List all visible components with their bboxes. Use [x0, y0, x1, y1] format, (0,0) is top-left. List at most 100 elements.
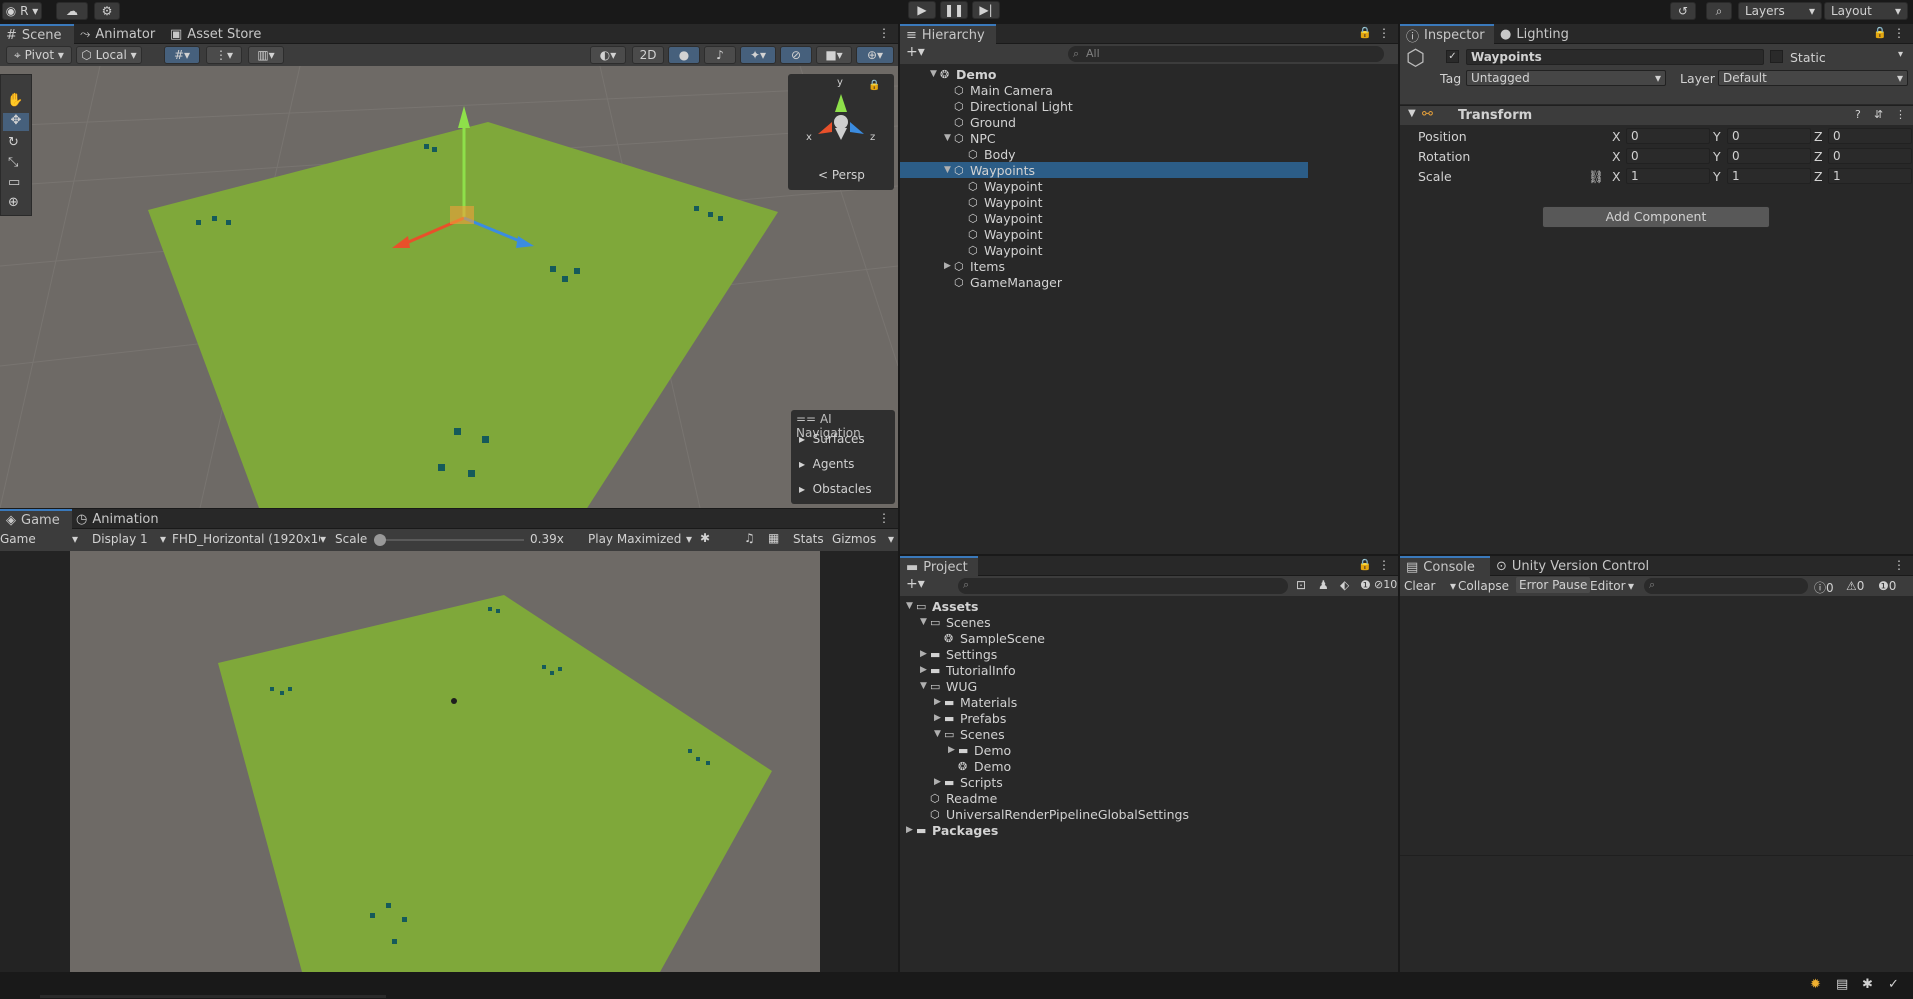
- lock-icon[interactable]: 🔒: [1873, 26, 1887, 39]
- project-item[interactable]: ▼ ▭ Scenes: [900, 614, 991, 630]
- speaker-icon[interactable]: ♫: [744, 531, 755, 545]
- layout-dropdown[interactable]: Layout ▾: [1824, 2, 1908, 20]
- label-icon[interactable]: ⬖: [1340, 578, 1349, 592]
- check-icon[interactable]: ✓: [1888, 977, 1899, 992]
- keyboard-icon[interactable]: ▦: [768, 531, 779, 545]
- gizmos-dropdown[interactable]: Gizmos ▾: [832, 532, 894, 546]
- static-checkbox[interactable]: [1770, 50, 1783, 63]
- link-icon[interactable]: ⛓: [1588, 169, 1604, 185]
- pivot-dropdown[interactable]: ⌖ Pivot ▾: [6, 46, 72, 64]
- scale-slider-thumb[interactable]: [374, 534, 386, 546]
- ruler-button[interactable]: ▥▾: [248, 46, 284, 64]
- display-dropdown[interactable]: Display 1 ▾: [92, 532, 166, 546]
- expand-arrow-icon[interactable]: ▼: [944, 133, 954, 143]
- tab-scene[interactable]: # Scene: [0, 24, 74, 44]
- hierarchy-item[interactable]: ⬡ Waypoint: [900, 226, 1043, 242]
- transform-x-input[interactable]: 0: [1626, 128, 1710, 144]
- project-item[interactable]: ▶ ▬ Scripts: [900, 774, 1003, 790]
- resolution-dropdown[interactable]: FHD_Horizontal (1920x10 ▾: [172, 532, 326, 546]
- effects-dropdown[interactable]: ✦▾: [740, 46, 776, 64]
- local-dropdown[interactable]: ⬡ Local ▾: [76, 46, 142, 64]
- ai-nav-surfaces[interactable]: ▸ Surfaces: [799, 432, 865, 446]
- console-log-list[interactable]: [1400, 596, 1913, 856]
- grid-snap-button[interactable]: #▾: [164, 46, 200, 64]
- rect-tool-icon[interactable]: ▭: [8, 175, 20, 190]
- play-mode-dropdown[interactable]: Play Maximized ▾: [588, 532, 692, 546]
- tab-animation[interactable]: ◷ Animation: [70, 509, 165, 529]
- more-icon[interactable]: ⋮: [1893, 558, 1905, 572]
- gameobject-icon[interactable]: ⬡: [1406, 46, 1425, 71]
- ai-nav-agents[interactable]: ▸ Agents: [799, 457, 854, 471]
- bug-icon[interactable]: ✱: [700, 531, 710, 545]
- step-button[interactable]: ▶|: [972, 1, 1000, 19]
- transform-y-input[interactable]: 0: [1727, 128, 1811, 144]
- shading-dropdown[interactable]: ◐▾: [590, 46, 626, 64]
- expand-arrow-icon[interactable]: ▼: [934, 729, 944, 739]
- tab-inspector[interactable]: ⓘ Inspector: [1400, 24, 1494, 45]
- project-item[interactable]: ▶ ▬ Prefabs: [900, 710, 1006, 726]
- project-search-input[interactable]: ⌕: [958, 578, 1288, 594]
- tab-lighting[interactable]: ● Lighting: [1494, 24, 1575, 44]
- scale-tool-icon[interactable]: ⤡: [8, 155, 18, 170]
- filter-type-icon[interactable]: ♟: [1318, 578, 1329, 592]
- layer-dropdown[interactable]: Default ▾: [1718, 70, 1908, 86]
- layers-dropdown[interactable]: Layers ▾: [1738, 2, 1822, 20]
- expand-arrow-icon[interactable]: ▼: [920, 681, 930, 691]
- console-search-input[interactable]: ⌕: [1644, 578, 1808, 594]
- hierarchy-item[interactable]: ▼ ⬡ Waypoints: [900, 162, 1308, 178]
- hierarchy-item[interactable]: ▼ ❂ Demo: [900, 66, 996, 82]
- cloud-button[interactable]: ☁: [56, 2, 88, 20]
- tab-hierarchy[interactable]: ≡ Hierarchy: [900, 24, 996, 44]
- lighting-toggle[interactable]: ●: [668, 46, 700, 64]
- preset-icon[interactable]: ⇵: [1874, 108, 1883, 121]
- project-item[interactable]: ▶ ▬ Settings: [900, 646, 997, 662]
- project-item[interactable]: ▶ ▬ TutorialInfo: [900, 662, 1016, 678]
- rotate-tool-icon[interactable]: ↻: [8, 135, 19, 150]
- collapse-arrow-icon[interactable]: ▶: [948, 745, 958, 755]
- tag-dropdown[interactable]: Untagged ▾: [1466, 70, 1666, 86]
- hierarchy-item[interactable]: ⬡ Waypoint: [900, 194, 1043, 210]
- add-component-button[interactable]: Add Component: [1542, 206, 1770, 228]
- more-icon[interactable]: ⋮: [878, 26, 890, 40]
- collapse-arrow-icon[interactable]: ▶: [920, 649, 930, 659]
- collapse-arrow-icon[interactable]: ▶: [906, 825, 916, 835]
- gizmos-dropdown[interactable]: ⊕▾: [856, 46, 894, 64]
- transform-z-input[interactable]: 1: [1828, 168, 1912, 184]
- hierarchy-item[interactable]: ⬡ Waypoint: [900, 242, 1043, 258]
- project-item[interactable]: ❂ SampleScene: [900, 630, 1045, 646]
- tab-game[interactable]: ◈ Game: [0, 509, 72, 529]
- project-item[interactable]: ⬡ Readme: [900, 790, 997, 806]
- expand-arrow-icon[interactable]: ▼: [944, 165, 954, 175]
- hierarchy-item[interactable]: ⬡ GameManager: [900, 274, 1062, 290]
- increment-snap-button[interactable]: ⋮▾: [206, 46, 242, 64]
- error-toggle[interactable]: ❶0: [1878, 579, 1896, 593]
- tab-asset-store[interactable]: ▣ Asset Store: [164, 24, 267, 44]
- more-icon[interactable]: ⋮: [1378, 558, 1390, 572]
- lock-icon[interactable]: 🔒: [1358, 558, 1372, 571]
- help-icon[interactable]: ?: [1855, 108, 1861, 121]
- hand-tool-icon[interactable]: ✋: [7, 93, 23, 108]
- more-icon[interactable]: ⋮: [1895, 108, 1906, 121]
- collapse-arrow-icon[interactable]: ▶: [934, 777, 944, 787]
- collab-icon[interactable]: ▤: [1836, 977, 1848, 992]
- add-button[interactable]: +▾: [906, 44, 925, 60]
- mode-2d-button[interactable]: 2D: [632, 46, 664, 64]
- debug-icon[interactable]: ✱: [1862, 977, 1873, 992]
- ai-nav-obstacles[interactable]: ▸ Obstacles: [799, 482, 872, 496]
- move-tool-icon[interactable]: ✥: [3, 113, 29, 131]
- project-item[interactable]: ▼ ▭ Assets: [900, 598, 978, 614]
- game-viewport[interactable]: [0, 551, 898, 972]
- clear-dropdown[interactable]: Clear ▾: [1404, 579, 1456, 593]
- pause-button[interactable]: ❚❚: [940, 1, 968, 19]
- project-item[interactable]: ▼ ▭ WUG: [900, 678, 977, 694]
- error-pause-button[interactable]: Error Pause: [1516, 577, 1591, 593]
- transform-z-input[interactable]: 0: [1828, 128, 1912, 144]
- lock-icon[interactable]: 🔒: [868, 80, 880, 91]
- scene-viewport[interactable]: [0, 66, 898, 508]
- transform-y-input[interactable]: 0: [1727, 148, 1811, 164]
- tab-project[interactable]: ▬ Project: [900, 556, 978, 576]
- more-icon[interactable]: ⋮: [1378, 26, 1390, 40]
- log-toggle[interactable]: ⓘ0: [1814, 579, 1834, 596]
- more-icon[interactable]: ⋮: [878, 511, 890, 525]
- transform-x-input[interactable]: 1: [1626, 168, 1710, 184]
